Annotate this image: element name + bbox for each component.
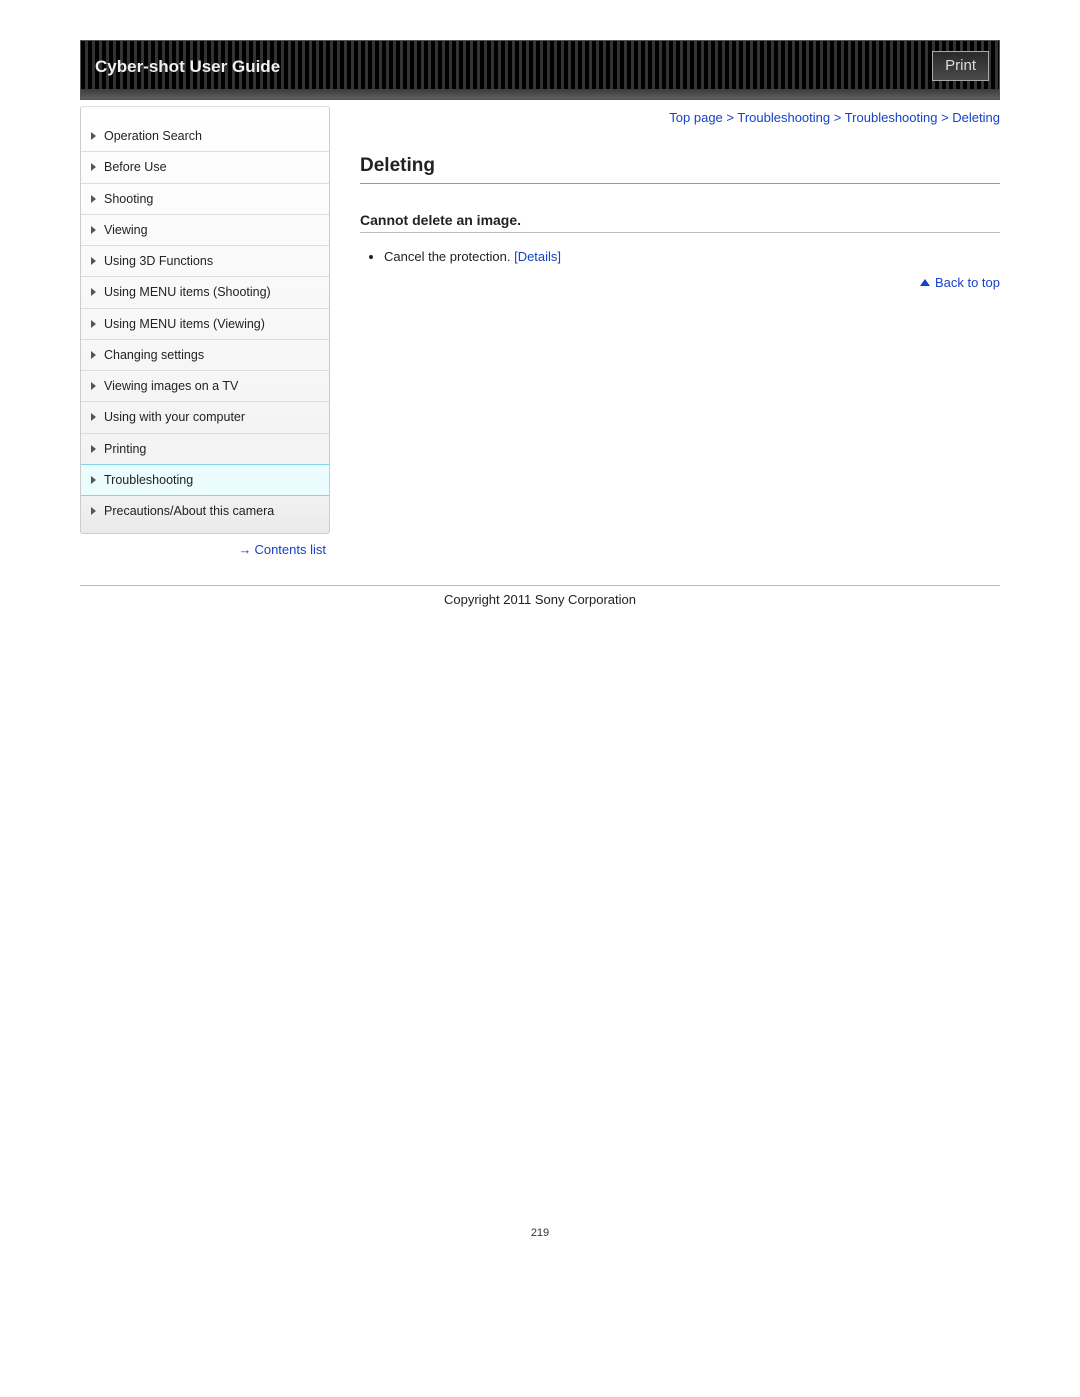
chevron-right-icon — [91, 320, 96, 328]
sidebar-item-label: Printing — [104, 441, 146, 457]
sidebar-item[interactable]: Using with your computer — [81, 402, 329, 433]
contents-list-link[interactable]: → Contents list — [238, 542, 326, 557]
sidebar-item-label: Precautions/About this camera — [104, 503, 274, 519]
sidebar-item[interactable]: Viewing — [81, 215, 329, 246]
sidebar-item-label: Changing settings — [104, 347, 204, 363]
sidebar-nav-top-spacer — [81, 106, 329, 121]
print-button[interactable]: Print — [932, 51, 989, 81]
breadcrumb-link[interactable]: Top page — [669, 110, 723, 125]
chevron-right-icon — [91, 476, 96, 484]
sidebar-item-label: Troubleshooting — [104, 472, 193, 488]
chevron-right-icon — [91, 163, 96, 171]
sidebar-nav: Operation Search Before Use Shooting Viewin… — [80, 106, 330, 534]
sidebar-item-label: Before Use — [104, 159, 167, 175]
contents-list-row: → Contents list — [80, 534, 330, 557]
sidebar-item-label: Viewing images on a TV — [104, 378, 238, 394]
sidebar-item[interactable]: Troubleshooting — [81, 464, 329, 496]
sidebar-item[interactable]: Using MENU items (Shooting) — [81, 277, 329, 308]
sidebar-item-label: Using MENU items (Shooting) — [104, 284, 271, 300]
breadcrumb-link[interactable]: Troubleshooting — [845, 110, 938, 125]
bullet-list: Cancel the protection. [Details] — [360, 247, 1000, 267]
sidebar-item-label: Shooting — [104, 191, 153, 207]
page-number: 219 — [80, 1227, 1000, 1259]
back-to-top-link[interactable]: Back to top — [360, 275, 1000, 290]
contents-list-label: Contents list — [254, 542, 326, 557]
site-title: Cyber-shot User Guide — [95, 41, 280, 93]
sidebar-item[interactable]: Using MENU items (Viewing) — [81, 309, 329, 340]
arrow-right-icon: → — [238, 542, 250, 557]
bullet-text: Cancel the protection. — [384, 249, 514, 264]
list-item: Cancel the protection. [Details] — [384, 247, 1000, 267]
chevron-right-icon — [91, 351, 96, 359]
triangle-up-icon — [920, 279, 930, 286]
section-heading: Cannot delete an image. — [360, 212, 1000, 233]
chevron-right-icon — [91, 413, 96, 421]
chevron-right-icon — [91, 195, 96, 203]
sidebar-item[interactable]: Before Use — [81, 152, 329, 183]
chevron-right-icon — [91, 226, 96, 234]
header-bar: Cyber-shot User Guide Print — [80, 40, 1000, 100]
sidebar-item[interactable]: Changing settings — [81, 340, 329, 371]
sidebar-item-label: Using with your computer — [104, 409, 245, 425]
sidebar-item[interactable]: Shooting — [81, 184, 329, 215]
footer-copyright: Copyright 2011 Sony Corporation — [80, 585, 1000, 607]
breadcrumb-sep: > — [723, 110, 738, 125]
sidebar-item-label: Using MENU items (Viewing) — [104, 316, 265, 332]
chevron-right-icon — [91, 507, 96, 515]
sidebar-item[interactable]: Operation Search — [81, 121, 329, 152]
sidebar-item[interactable]: Viewing images on a TV — [81, 371, 329, 402]
chevron-right-icon — [91, 257, 96, 265]
chevron-right-icon — [91, 132, 96, 140]
breadcrumb-sep: > — [830, 110, 845, 125]
breadcrumb: Top page > Troubleshooting > Troubleshoo… — [360, 106, 1000, 155]
main-content: Top page > Troubleshooting > Troubleshoo… — [360, 106, 1000, 290]
breadcrumb-current: Deleting — [952, 110, 1000, 125]
sidebar-item-label: Operation Search — [104, 128, 202, 144]
sidebar-item[interactable]: Using 3D Functions — [81, 246, 329, 277]
breadcrumb-link[interactable]: Troubleshooting — [737, 110, 830, 125]
sidebar-item[interactable]: Precautions/About this camera — [81, 496, 329, 533]
sidebar-item[interactable]: Printing — [81, 434, 329, 465]
sidebar-item-label: Using 3D Functions — [104, 253, 213, 269]
page-title: Deleting — [360, 155, 1000, 184]
details-link[interactable]: [Details] — [514, 249, 561, 264]
header-bottom-gradient — [81, 89, 999, 99]
sidebar-item-label: Viewing — [104, 222, 148, 238]
chevron-right-icon — [91, 382, 96, 390]
breadcrumb-sep: > — [937, 110, 952, 125]
chevron-right-icon — [91, 288, 96, 296]
back-to-top-label: Back to top — [935, 275, 1000, 290]
chevron-right-icon — [91, 445, 96, 453]
sidebar: Operation Search Before Use Shooting Viewin… — [80, 106, 330, 557]
